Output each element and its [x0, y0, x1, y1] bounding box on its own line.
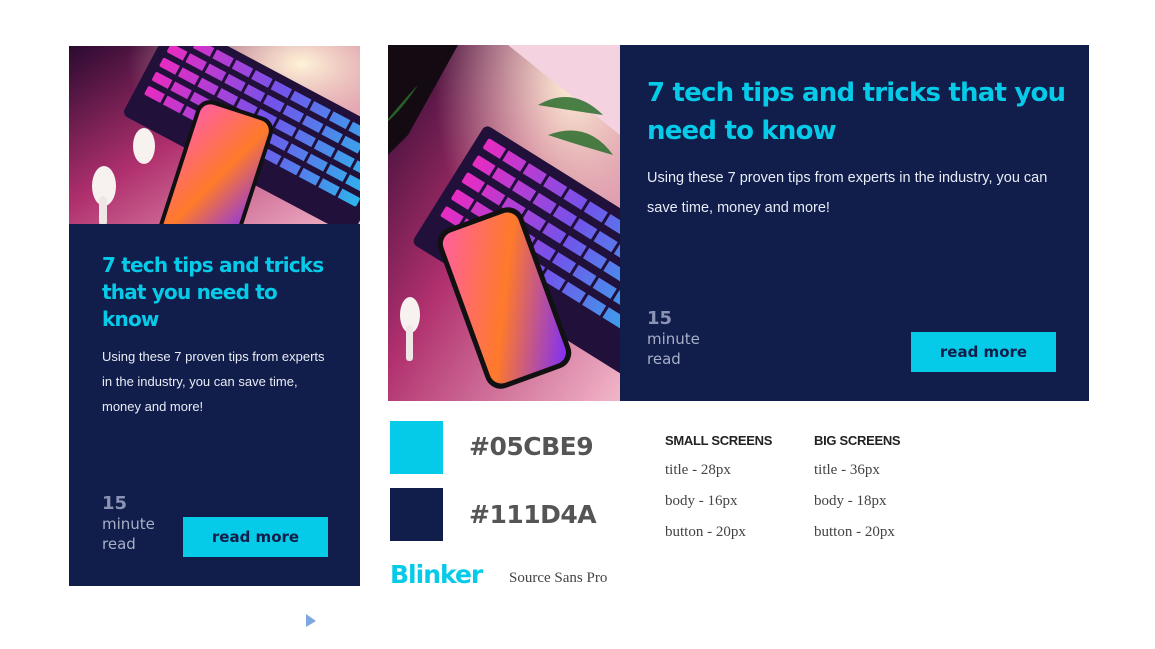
read-time-number: 15 [102, 493, 128, 514]
small-button-size: button - 20px [665, 524, 746, 540]
read-more-button[interactable]: read more [911, 332, 1056, 372]
big-button-size: button - 20px [814, 524, 895, 540]
read-time-unit: minute [102, 515, 155, 533]
laptop-phone-photo [69, 46, 360, 224]
big-screens-heading: BIG SCREENS [814, 433, 901, 448]
accent-color-hex: #05CBE9 [469, 432, 594, 461]
card-title: 7 tech tips and tricks that you need to … [102, 253, 324, 331]
pointer-cursor-icon [305, 613, 317, 634]
big-body-size: body - 18px [814, 493, 887, 509]
article-card-large[interactable]: 7 tech tips and tricks that you need to … [388, 45, 1089, 401]
card-title: 7 tech tips and tricks that you need to … [647, 78, 1066, 146]
navy-color-hex: #111D4A [469, 500, 597, 529]
small-screens-heading: SMALL SCREENS [665, 433, 773, 448]
read-time-number: 15 [647, 308, 673, 329]
big-title-size: title - 36px [814, 462, 880, 478]
body-font-sample: Source Sans Pro [509, 570, 608, 586]
read-time: 15 minute read [647, 309, 700, 369]
heading-font-sample: Blinker [390, 560, 483, 589]
card-body: Using these 7 proven tips from experts i… [102, 349, 325, 414]
read-more-button[interactable]: read more [183, 517, 328, 557]
article-card-small[interactable]: 7 tech tips and tricks that you need to … [69, 46, 360, 586]
laptop-phone-photo [388, 45, 620, 401]
small-body-size: body - 16px [665, 493, 738, 509]
accent-color-swatch [390, 421, 443, 474]
read-time: 15 minute read [102, 494, 155, 554]
card-body: Using these 7 proven tips from experts i… [647, 170, 1048, 216]
read-time-unit: minute [647, 330, 700, 348]
read-time-label: read [647, 350, 681, 368]
small-title-size: title - 28px [665, 462, 731, 478]
navy-color-swatch [390, 488, 443, 541]
read-time-label: read [102, 535, 136, 553]
